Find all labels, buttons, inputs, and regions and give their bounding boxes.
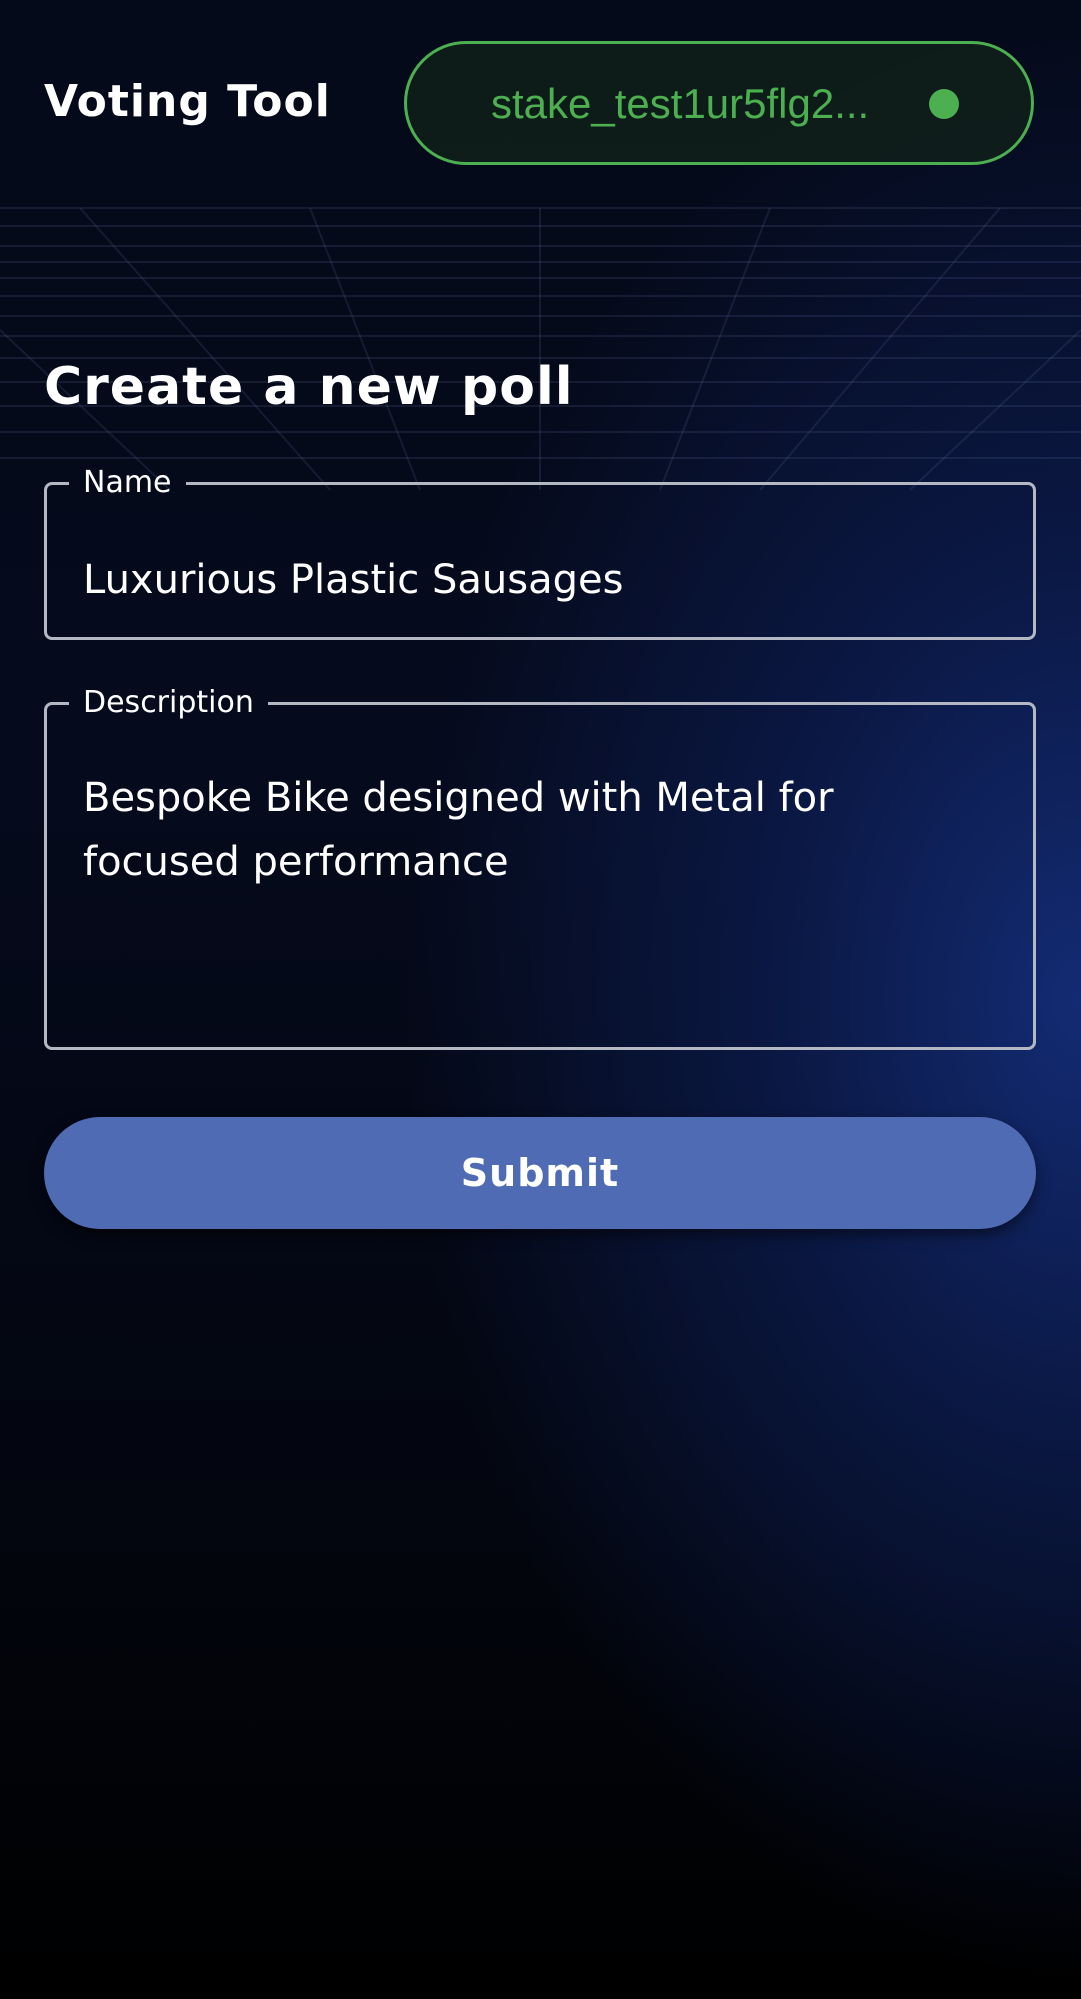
page-title: Create a new poll: [44, 357, 574, 417]
submit-button[interactable]: Submit: [44, 1117, 1036, 1229]
name-field: Name: [44, 466, 1036, 640]
name-input[interactable]: [83, 550, 993, 610]
app-title: Voting Tool: [44, 76, 331, 127]
description-field-label: Description: [83, 685, 254, 720]
description-textarea[interactable]: Bespoke Bike designed with Metal for foc…: [83, 766, 993, 1026]
name-field-label: Name: [83, 465, 172, 500]
connected-status-dot-icon: [929, 89, 959, 119]
wallet-connect-button[interactable]: stake_test1ur5flg2...: [404, 41, 1034, 165]
background-grid-decoration: [0, 207, 1081, 491]
wallet-address: stake_test1ur5flg2...: [491, 80, 870, 127]
app-header: Voting Tool stake_test1ur5flg2...: [0, 0, 1081, 206]
description-field: Description Bespoke Bike designed with M…: [44, 686, 1036, 1050]
